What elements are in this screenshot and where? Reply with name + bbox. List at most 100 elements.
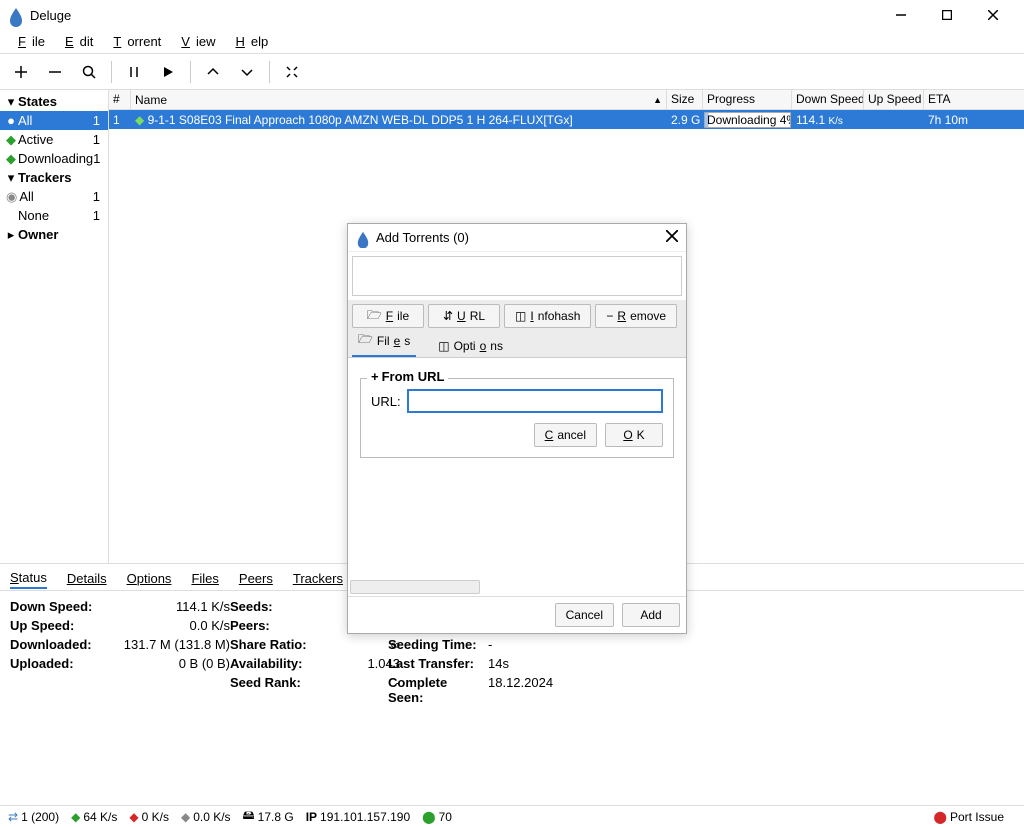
preferences-button[interactable]: [277, 57, 307, 87]
col-progress[interactable]: Progress: [703, 90, 792, 109]
col-name[interactable]: Name▲: [131, 90, 667, 109]
sidebar-header-states[interactable]: ▾States: [0, 92, 108, 111]
cell-size: 2.9 G: [667, 113, 703, 127]
window-title: Deluge: [30, 8, 878, 23]
dialog-tab-options[interactable]: ◫ Options: [432, 335, 509, 357]
globe-icon: ⇵: [443, 309, 453, 323]
sidebar-header-trackers[interactable]: ▾Trackers: [0, 168, 108, 187]
cell-down: 114.1 K/s: [792, 113, 864, 127]
titlebar: Deluge: [0, 0, 1024, 30]
tab-details[interactable]: Details: [67, 569, 107, 588]
toolbar: [0, 54, 1024, 90]
gear-icon: ◫: [438, 339, 449, 353]
dialog-title: Add Torrents (0): [376, 230, 469, 245]
menu-edit[interactable]: Edit: [53, 32, 99, 51]
url-cancel-button[interactable]: Cancel: [534, 423, 597, 447]
menu-view[interactable]: View: [169, 32, 221, 51]
sidebar-item-trackers-all[interactable]: ◉All1: [0, 187, 108, 206]
tab-files[interactable]: Files: [191, 569, 218, 588]
minimize-button[interactable]: [878, 0, 924, 30]
status-port-issue[interactable]: ⬤Port Issue: [934, 810, 1004, 824]
up-icon: ◆: [129, 810, 138, 824]
url-label: URL:: [371, 394, 401, 409]
from-url-group-title: +From URL: [367, 369, 448, 384]
network-icon: ⇄: [8, 810, 18, 824]
downloading-icon: ◆: [135, 113, 144, 127]
resume-button[interactable]: [153, 57, 183, 87]
minus-icon: −: [606, 309, 613, 323]
add-button[interactable]: [6, 57, 36, 87]
port-warning-icon: ⬤: [934, 810, 947, 824]
detail-col-1: Down Speed:114.1 K/s Up Speed:0.0 K/s Do…: [10, 599, 230, 671]
col-num[interactable]: #: [109, 90, 131, 109]
dialog-hscroll[interactable]: [350, 580, 480, 594]
col-down[interactable]: Down Speed: [792, 90, 864, 109]
col-eta[interactable]: ETA: [924, 90, 1024, 109]
dialog-infohash-button[interactable]: ◫ Infohash: [504, 304, 591, 328]
status-ip[interactable]: IP191.101.157.190: [306, 810, 410, 824]
status-disk[interactable]: 🖴17.8 G: [243, 806, 294, 827]
cell-progress: Downloading 4%: [704, 112, 791, 128]
dialog-file-button[interactable]: 🗁 File: [352, 304, 424, 328]
pause-button[interactable]: [119, 57, 149, 87]
status-proto[interactable]: ◆0.0 K/s: [181, 810, 231, 824]
remove-button[interactable]: [40, 57, 70, 87]
dialog-url-button[interactable]: ⇵ URL: [428, 304, 500, 328]
sidebar: ▾States ●All1 ◆Active1 ◆Downloading1 ▾Tr…: [0, 90, 109, 563]
menu-help[interactable]: Help: [223, 32, 274, 51]
add-torrents-dialog: Add Torrents (0) 🗁 File ⇵ URL ◫ Infohash…: [347, 223, 687, 634]
dialog-close-button[interactable]: [666, 230, 678, 245]
sort-up-icon: ▲: [653, 95, 662, 105]
status-down[interactable]: ◆64 K/s: [71, 810, 117, 824]
sidebar-item-all[interactable]: ●All1: [0, 111, 108, 130]
dialog-cancel-button[interactable]: Cancel: [555, 603, 614, 627]
status-up[interactable]: ◆0 K/s: [129, 810, 169, 824]
status-connections[interactable]: ⇄1 (200): [8, 810, 59, 824]
deluge-icon: [356, 231, 370, 245]
sidebar-item-trackers-none[interactable]: None1: [0, 206, 108, 225]
dialog-add-button[interactable]: Add: [622, 603, 680, 627]
dialog-remove-button[interactable]: − Remove: [595, 304, 677, 328]
menubar: File Edit Torrent View Help: [0, 30, 1024, 54]
cell-eta: 7h 10m: [924, 113, 1024, 127]
url-input[interactable]: [407, 389, 663, 413]
hash-icon: ◫: [515, 309, 526, 323]
close-button[interactable]: [970, 0, 1016, 30]
tab-peers[interactable]: Peers: [239, 569, 273, 588]
tab-status[interactable]: Status: [10, 568, 47, 589]
dialog-tab-files[interactable]: 🗁 Files: [352, 326, 416, 357]
statusbar: ⇄1 (200) ◆64 K/s ◆0 K/s ◆0.0 K/s 🖴17.8 G…: [0, 805, 1024, 827]
dialog-footer: Cancel Add: [348, 596, 686, 633]
sidebar-item-downloading[interactable]: ◆Downloading1: [0, 149, 108, 168]
from-url-group: +From URL URL: Cancel OK: [360, 378, 674, 458]
plus-icon: +: [371, 369, 379, 384]
queue-down-button[interactable]: [232, 57, 262, 87]
dialog-torrent-queue[interactable]: [352, 256, 682, 296]
folder-icon: 🗁: [367, 306, 382, 327]
tab-trackers[interactable]: Trackers: [293, 569, 343, 588]
url-ok-button[interactable]: OK: [605, 423, 663, 447]
tab-options[interactable]: Options: [127, 569, 172, 588]
dialog-tabs: 🗁 Files ◫ Options: [348, 332, 686, 358]
sidebar-header-owner[interactable]: ▸Owner: [0, 225, 108, 244]
app-logo: [8, 7, 24, 23]
search-button[interactable]: [74, 57, 104, 87]
torrent-row[interactable]: 1 ◆ 9-1-1 S08E03 Final Approach 1080p AM…: [109, 110, 1024, 129]
down-icon: ◆: [71, 810, 80, 824]
col-size[interactable]: Size: [667, 90, 703, 109]
cell-num: 1: [109, 113, 131, 127]
dht-icon: ⬤: [422, 810, 435, 824]
col-up[interactable]: Up Speed: [864, 90, 924, 109]
sidebar-item-active[interactable]: ◆Active1: [0, 130, 108, 149]
menu-file[interactable]: File: [6, 32, 51, 51]
folder-icon: 🗁: [358, 330, 373, 351]
cell-name: ◆ 9-1-1 S08E03 Final Approach 1080p AMZN…: [131, 113, 667, 127]
disk-icon: 🖴: [243, 806, 255, 827]
maximize-button[interactable]: [924, 0, 970, 30]
proto-icon: ◆: [181, 810, 190, 824]
torrent-list-header: # Name▲ Size Progress Down Speed Up Spee…: [109, 90, 1024, 110]
status-dht[interactable]: ⬤70: [422, 810, 452, 824]
menu-torrent[interactable]: Torrent: [101, 32, 167, 51]
queue-up-button[interactable]: [198, 57, 228, 87]
dialog-titlebar[interactable]: Add Torrents (0): [348, 224, 686, 252]
